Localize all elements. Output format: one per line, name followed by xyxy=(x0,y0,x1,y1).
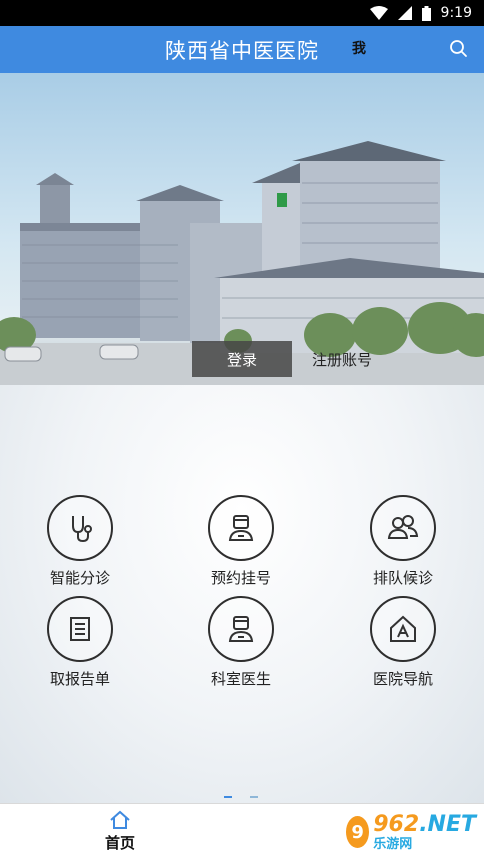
menu-label: 预约挂号 xyxy=(210,569,271,587)
watermark-number: 962.NET xyxy=(373,811,476,837)
menu-circle xyxy=(208,596,274,662)
menu-item-dept-doctors[interactable]: 科室医生 xyxy=(181,596,301,689)
search-icon[interactable] xyxy=(448,38,470,60)
menu-item-queue[interactable]: 排队候诊 xyxy=(343,495,463,588)
hospital-banner xyxy=(0,73,484,385)
people-icon xyxy=(387,515,419,539)
battery-icon xyxy=(421,5,431,21)
menu-label: 医院导航 xyxy=(372,670,433,688)
menu-item-smart-triage[interactable]: 智能分诊 xyxy=(20,495,140,588)
app-bar: 陕西省中医医院 xyxy=(0,26,484,73)
watermark-logo: 9 962.NET 乐游网 xyxy=(346,808,476,856)
status-bar: 9:19 xyxy=(0,0,484,26)
menu-circle xyxy=(47,596,113,662)
page-dot xyxy=(250,796,258,798)
signal-icon xyxy=(397,6,412,20)
register-button[interactable]: 注册账号 xyxy=(292,341,392,377)
hospital-building-image xyxy=(0,141,484,385)
doctor-icon xyxy=(228,515,254,541)
menu-item-reports[interactable]: 取报告单 xyxy=(20,596,140,689)
menu-label: 智能分诊 xyxy=(49,569,110,587)
nav-me[interactable]: 我 xyxy=(352,38,366,58)
menu-item-appointment[interactable]: 预约挂号 xyxy=(181,495,301,588)
menu-circle xyxy=(208,495,274,561)
page-dot-active xyxy=(224,796,232,798)
auth-row: 登录 注册账号 xyxy=(192,341,392,377)
home-nav-icon xyxy=(390,615,416,642)
watermark-text: 962.NET 乐游网 xyxy=(373,811,476,852)
login-button[interactable]: 登录 xyxy=(192,341,292,377)
menu-label: 取报告单 xyxy=(49,670,110,688)
menu-circle xyxy=(370,495,436,561)
nav-home[interactable]: 首页 xyxy=(90,810,150,853)
menu-label: 排队候诊 xyxy=(372,569,433,587)
content-area xyxy=(0,385,484,803)
menu-circle xyxy=(47,495,113,561)
watermark-subtitle: 乐游网 xyxy=(373,836,413,852)
status-time: 9:19 xyxy=(440,5,472,21)
watermark-circle: 9 xyxy=(346,816,370,848)
stethoscope-icon xyxy=(72,516,92,543)
home-icon xyxy=(110,810,130,829)
app-title: 陕西省中医医院 xyxy=(165,38,319,63)
menu-circle xyxy=(370,596,436,662)
nav-home-label: 首页 xyxy=(104,834,135,852)
menu-label: 科室医生 xyxy=(210,670,271,688)
wifi-icon xyxy=(369,6,388,20)
report-icon xyxy=(70,617,90,641)
page-indicator xyxy=(224,796,258,798)
menu-item-hospital-nav[interactable]: 医院导航 xyxy=(343,596,463,689)
doctor-icon xyxy=(228,616,254,642)
